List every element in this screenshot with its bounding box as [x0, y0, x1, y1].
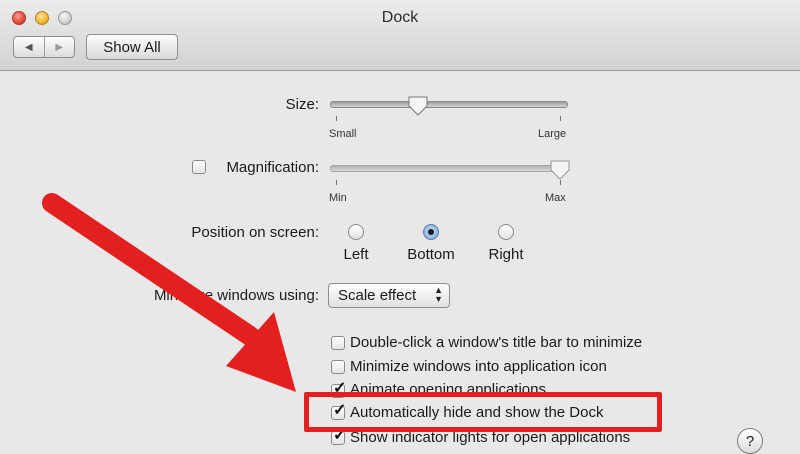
highlight-box [304, 392, 662, 432]
red-arrow-icon [42, 193, 296, 392]
annotation-arrow [42, 193, 296, 392]
